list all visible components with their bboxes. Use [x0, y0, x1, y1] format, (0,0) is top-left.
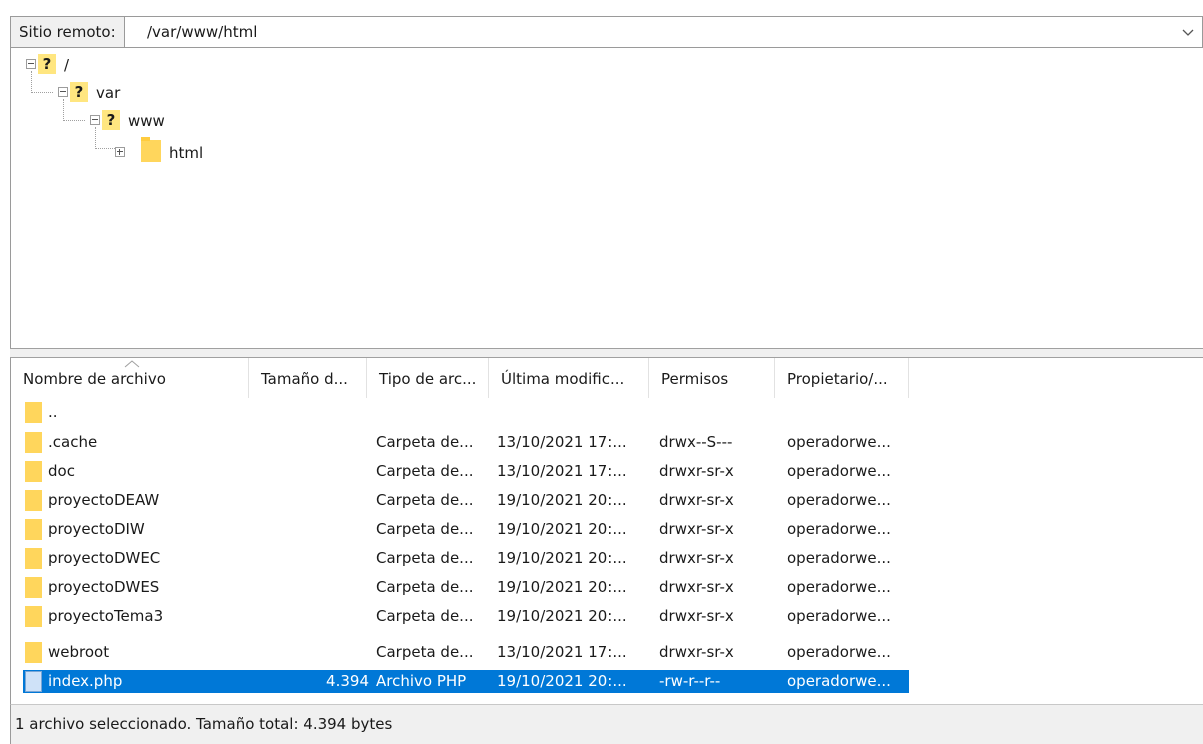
file-row[interactable]: proyectoDIW Carpeta de... 19/10/2021 20:…: [23, 518, 909, 541]
tree-node-label: /: [64, 56, 70, 74]
file-row[interactable]: proyectoDEAW Carpeta de... 19/10/2021 20…: [23, 489, 909, 512]
file-type: Carpeta de...: [376, 462, 474, 480]
file-row[interactable]: doc Carpeta de... 13/10/2021 17:... drwx…: [23, 460, 909, 483]
file-list-header: Nombre de archivo Tamaño d... Tipo de ar…: [11, 358, 1201, 398]
file-type: Carpeta de...: [376, 433, 474, 451]
file-type: Carpeta de...: [376, 643, 474, 661]
file-modified: 19/10/2021 20:...: [497, 491, 627, 509]
file-modified: 19/10/2021 20:...: [497, 520, 627, 538]
folder-icon: [25, 519, 42, 540]
file-permissions: drwxr-sr-x: [659, 549, 734, 567]
question-icon: ?: [70, 82, 88, 102]
file-permissions: -rw-r--r--: [659, 672, 721, 690]
column-header-permissions[interactable]: Permisos: [649, 358, 775, 398]
question-icon: ?: [102, 110, 120, 130]
file-owner: operadorwe...: [787, 491, 891, 509]
folder-icon: [25, 402, 42, 423]
tree-node-label: html: [169, 144, 204, 162]
remote-path-input[interactable]: [137, 17, 1176, 47]
file-permissions: drwxr-sr-x: [659, 607, 734, 625]
file-permissions: drwxr-sr-x: [659, 578, 734, 596]
file-name: proyectoTema3: [48, 607, 164, 625]
remote-file-list: Nombre de archivo Tamaño d... Tipo de ar…: [10, 358, 1203, 704]
remote-site-label: Sitio remoto:: [11, 17, 125, 47]
pane-splitter[interactable]: [10, 348, 1203, 358]
file-name: .cache: [48, 433, 98, 451]
file-owner: operadorwe...: [787, 433, 891, 451]
file-owner: operadorwe...: [787, 672, 891, 690]
folder-icon: [25, 606, 42, 627]
remote-site-bar: Sitio remoto:: [10, 16, 1203, 48]
file-permissions: drwxr-sr-x: [659, 491, 734, 509]
file-permissions: drwx--S---: [659, 433, 733, 451]
tree-node-label: www: [128, 112, 165, 130]
tree-node-html[interactable]: html: [115, 137, 235, 166]
file-row[interactable]: proyectoDWES Carpeta de... 19/10/2021 20…: [23, 576, 909, 599]
folder-icon: [141, 137, 161, 162]
file-owner: operadorwe...: [787, 578, 891, 596]
file-owner: operadorwe...: [787, 643, 891, 661]
file-modified: 13/10/2021 17:...: [497, 643, 627, 661]
file-permissions: drwxr-sr-x: [659, 462, 734, 480]
file-name: proyectoDEAW: [48, 491, 160, 509]
file-name: webroot: [48, 643, 110, 661]
tree-node-var[interactable]: ? var: [58, 80, 158, 106]
column-header-owner[interactable]: Propietario/...: [775, 358, 909, 398]
file-modified: 13/10/2021 17:...: [497, 433, 627, 451]
expand-icon[interactable]: [115, 147, 125, 157]
file-modified: 19/10/2021 20:...: [497, 578, 627, 596]
file-modified: 19/10/2021 20:...: [497, 607, 627, 625]
file-owner: operadorwe...: [787, 520, 891, 538]
column-header-name[interactable]: Nombre de archivo: [11, 358, 249, 398]
folder-icon: [25, 642, 42, 663]
file-modified: 19/10/2021 20:...: [497, 672, 627, 690]
file-row[interactable]: .cache Carpeta de... 13/10/2021 17:... d…: [23, 431, 909, 454]
file-name: index.php: [48, 672, 123, 690]
file-type: Carpeta de...: [376, 578, 474, 596]
file-row[interactable]: webroot Carpeta de... 13/10/2021 17:... …: [23, 641, 909, 664]
tree-node-label: var: [96, 84, 121, 102]
file-row-selected[interactable]: index.php 4.394 Archivo PHP 19/10/2021 2…: [23, 670, 909, 693]
file-row[interactable]: proyectoDWEC Carpeta de... 19/10/2021 20…: [23, 547, 909, 570]
file-owner: operadorwe...: [787, 462, 891, 480]
file-permissions: drwxr-sr-x: [659, 520, 734, 538]
file-owner: operadorwe...: [787, 607, 891, 625]
status-bar: 1 archivo seleccionado. Tamaño total: 4.…: [10, 704, 1203, 744]
file-name: proyectoDWES: [48, 578, 160, 596]
file-type: Carpeta de...: [376, 520, 474, 538]
php-file-icon: [25, 671, 42, 692]
folder-icon: [25, 490, 42, 511]
file-type: Carpeta de...: [376, 607, 474, 625]
tree-node-root[interactable]: ? /: [26, 52, 116, 78]
column-header-modified[interactable]: Última modific...: [489, 358, 649, 398]
collapse-icon[interactable]: [90, 115, 100, 125]
remote-directory-tree: ? / ? var ? www html: [10, 48, 1203, 348]
file-name: proyectoDIW: [48, 520, 145, 538]
file-name: doc: [48, 462, 75, 480]
folder-icon: [25, 432, 42, 453]
file-owner: operadorwe...: [787, 549, 891, 567]
file-name: ..: [48, 403, 58, 421]
file-type: Carpeta de...: [376, 549, 474, 567]
column-header-size[interactable]: Tamaño d...: [249, 358, 367, 398]
file-row[interactable]: ..: [23, 401, 909, 424]
folder-icon: [25, 577, 42, 598]
question-icon: ?: [38, 54, 56, 74]
status-text: 1 archivo seleccionado. Tamaño total: 4.…: [15, 715, 393, 733]
file-permissions: drwxr-sr-x: [659, 643, 734, 661]
column-header-type[interactable]: Tipo de arc...: [367, 358, 489, 398]
file-type: Archivo PHP: [376, 672, 467, 690]
file-modified: 13/10/2021 17:...: [497, 462, 627, 480]
file-size: 4.394: [326, 672, 369, 690]
folder-icon: [25, 548, 42, 569]
file-type: Carpeta de...: [376, 491, 474, 509]
file-row[interactable]: proyectoTema3 Carpeta de... 19/10/2021 2…: [23, 605, 909, 628]
file-modified: 19/10/2021 20:...: [497, 549, 627, 567]
tree-node-www[interactable]: ? www: [90, 108, 200, 134]
file-name: proyectoDWEC: [48, 549, 161, 567]
folder-icon: [25, 461, 42, 482]
chevron-down-icon[interactable]: [1178, 21, 1198, 43]
collapse-icon[interactable]: [26, 59, 36, 69]
collapse-icon[interactable]: [58, 87, 68, 97]
